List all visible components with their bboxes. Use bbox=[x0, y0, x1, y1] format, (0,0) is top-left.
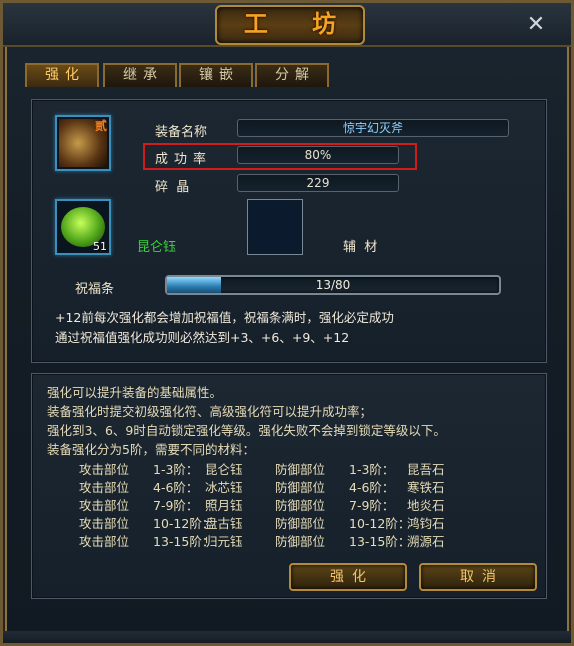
auxiliary-label: 辅 材 bbox=[343, 240, 378, 255]
materials-cell-a-mat: 盘古钰 bbox=[205, 516, 243, 531]
materials-cell-d-mat: 寒铁石 bbox=[407, 480, 445, 495]
materials-cell-a-mat: 冰芯钰 bbox=[205, 480, 243, 495]
materials-cell-d-mat: 地炎石 bbox=[407, 498, 445, 513]
material-slot[interactable]: 51 bbox=[55, 199, 111, 255]
info-text: 强化可以提升装备的基础属性。 装备强化时提交初级强化符、高级强化符可以提升成功率… bbox=[47, 383, 446, 459]
bless-progress-text: 13/80 bbox=[315, 278, 351, 292]
materials-row: 攻击部位 4-6阶： 冰芯钰 防御部位 4-6阶： 寒铁石 bbox=[3, 477, 574, 495]
materials-cell-a-mat: 昆仑钰 bbox=[205, 462, 243, 477]
tab-inherit[interactable]: 继承 bbox=[103, 63, 177, 87]
title-bar[interactable]: 工 坊 ✕ bbox=[3, 3, 571, 47]
materials-cell-a-mat: 归元钰 bbox=[205, 534, 243, 549]
materials-cell-d-part: 防御部位 bbox=[275, 516, 326, 531]
info-line: 强化可以提升装备的基础属性。 bbox=[47, 385, 223, 400]
equipment-grade-badge: 贰 bbox=[94, 119, 107, 133]
window-title: 工 坊 bbox=[215, 5, 365, 45]
bless-description-2: 通过祝福值强化成功则必然达到+3、+6、+9、+12 bbox=[55, 330, 350, 345]
materials-cell-a-level: 7-9阶： bbox=[153, 498, 199, 513]
bless-description-1: +12前每次强化都会增加祝福值，祝福条满时，强化必定成功 bbox=[55, 310, 394, 325]
materials-cell-a-part: 攻击部位 bbox=[79, 516, 130, 531]
materials-cell-a-level: 4-6阶： bbox=[153, 480, 199, 495]
shard-value: 229 bbox=[237, 174, 399, 192]
materials-cell-d-level: 1-3阶： bbox=[349, 462, 395, 477]
bless-label: 祝福条 bbox=[75, 282, 115, 297]
cancel-button[interactable]: 取消 bbox=[419, 563, 537, 591]
materials-cell-a-mat: 照月钰 bbox=[205, 498, 243, 513]
materials-row: 攻击部位 13-15阶： 归元钰 防御部位 13-15阶： 溯源石 bbox=[3, 531, 574, 549]
footer-bar bbox=[3, 631, 571, 643]
materials-cell-d-part: 防御部位 bbox=[275, 498, 326, 513]
materials-row: 攻击部位 7-9阶： 照月钰 防御部位 7-9阶： 地炎石 bbox=[3, 495, 574, 513]
close-icon[interactable]: ✕ bbox=[521, 11, 551, 39]
bless-progress-bar: 13/80 bbox=[165, 275, 501, 295]
tab-decompose[interactable]: 分解 bbox=[255, 63, 329, 87]
materials-cell-d-mat: 溯源石 bbox=[407, 534, 445, 549]
success-rate-highlight bbox=[143, 143, 417, 170]
auxiliary-slot[interactable] bbox=[247, 199, 303, 255]
materials-cell-d-level: 10-12阶： bbox=[349, 516, 411, 531]
material-name: 昆仑钰 bbox=[137, 240, 177, 255]
tab-inlay[interactable]: 镶嵌 bbox=[179, 63, 253, 87]
enhance-button[interactable]: 强化 bbox=[289, 563, 407, 591]
material-count: 51 bbox=[93, 240, 107, 253]
materials-cell-a-level: 1-3阶： bbox=[153, 462, 199, 477]
materials-cell-a-part: 攻击部位 bbox=[79, 498, 130, 513]
materials-cell-d-part: 防御部位 bbox=[275, 480, 326, 495]
shard-label: 碎 晶 bbox=[155, 180, 190, 195]
workshop-window: 工 坊 ✕ 强化 继承 镶嵌 分解 贰 装备名称 惊宇幻灭斧 成功率 80% 碎… bbox=[0, 0, 574, 646]
materials-cell-a-part: 攻击部位 bbox=[79, 462, 130, 477]
materials-row: 攻击部位 1-3阶： 昆仑钰 防御部位 1-3阶： 昆吾石 bbox=[3, 459, 574, 477]
materials-cell-d-level: 13-15阶： bbox=[349, 534, 411, 549]
materials-cell-a-part: 攻击部位 bbox=[79, 480, 130, 495]
materials-cell-d-mat: 鸿钧石 bbox=[407, 516, 445, 531]
materials-cell-d-part: 防御部位 bbox=[275, 534, 326, 549]
equipment-name-value: 惊宇幻灭斧 bbox=[237, 119, 509, 137]
equipment-name-label: 装备名称 bbox=[155, 125, 208, 140]
info-line: 强化到3、6、9时自动锁定强化等级。强化失败不会掉到锁定等级以下。 bbox=[47, 423, 446, 438]
materials-cell-d-part: 防御部位 bbox=[275, 462, 326, 477]
tab-enhance[interactable]: 强化 bbox=[25, 63, 99, 87]
materials-cell-d-level: 7-9阶： bbox=[349, 498, 395, 513]
materials-cell-d-mat: 昆吾石 bbox=[407, 462, 445, 477]
info-line: 装备强化分为5阶，需要不同的材料： bbox=[47, 442, 255, 457]
materials-cell-a-part: 攻击部位 bbox=[79, 534, 130, 549]
info-line: 装备强化时提交初级强化符、高级强化符可以提升成功率； bbox=[47, 404, 373, 419]
equipment-slot[interactable]: 贰 bbox=[55, 115, 111, 171]
materials-cell-d-level: 4-6阶： bbox=[349, 480, 395, 495]
materials-row: 攻击部位 10-12阶： 盘古钰 防御部位 10-12阶： 鸿钧石 bbox=[3, 513, 574, 531]
